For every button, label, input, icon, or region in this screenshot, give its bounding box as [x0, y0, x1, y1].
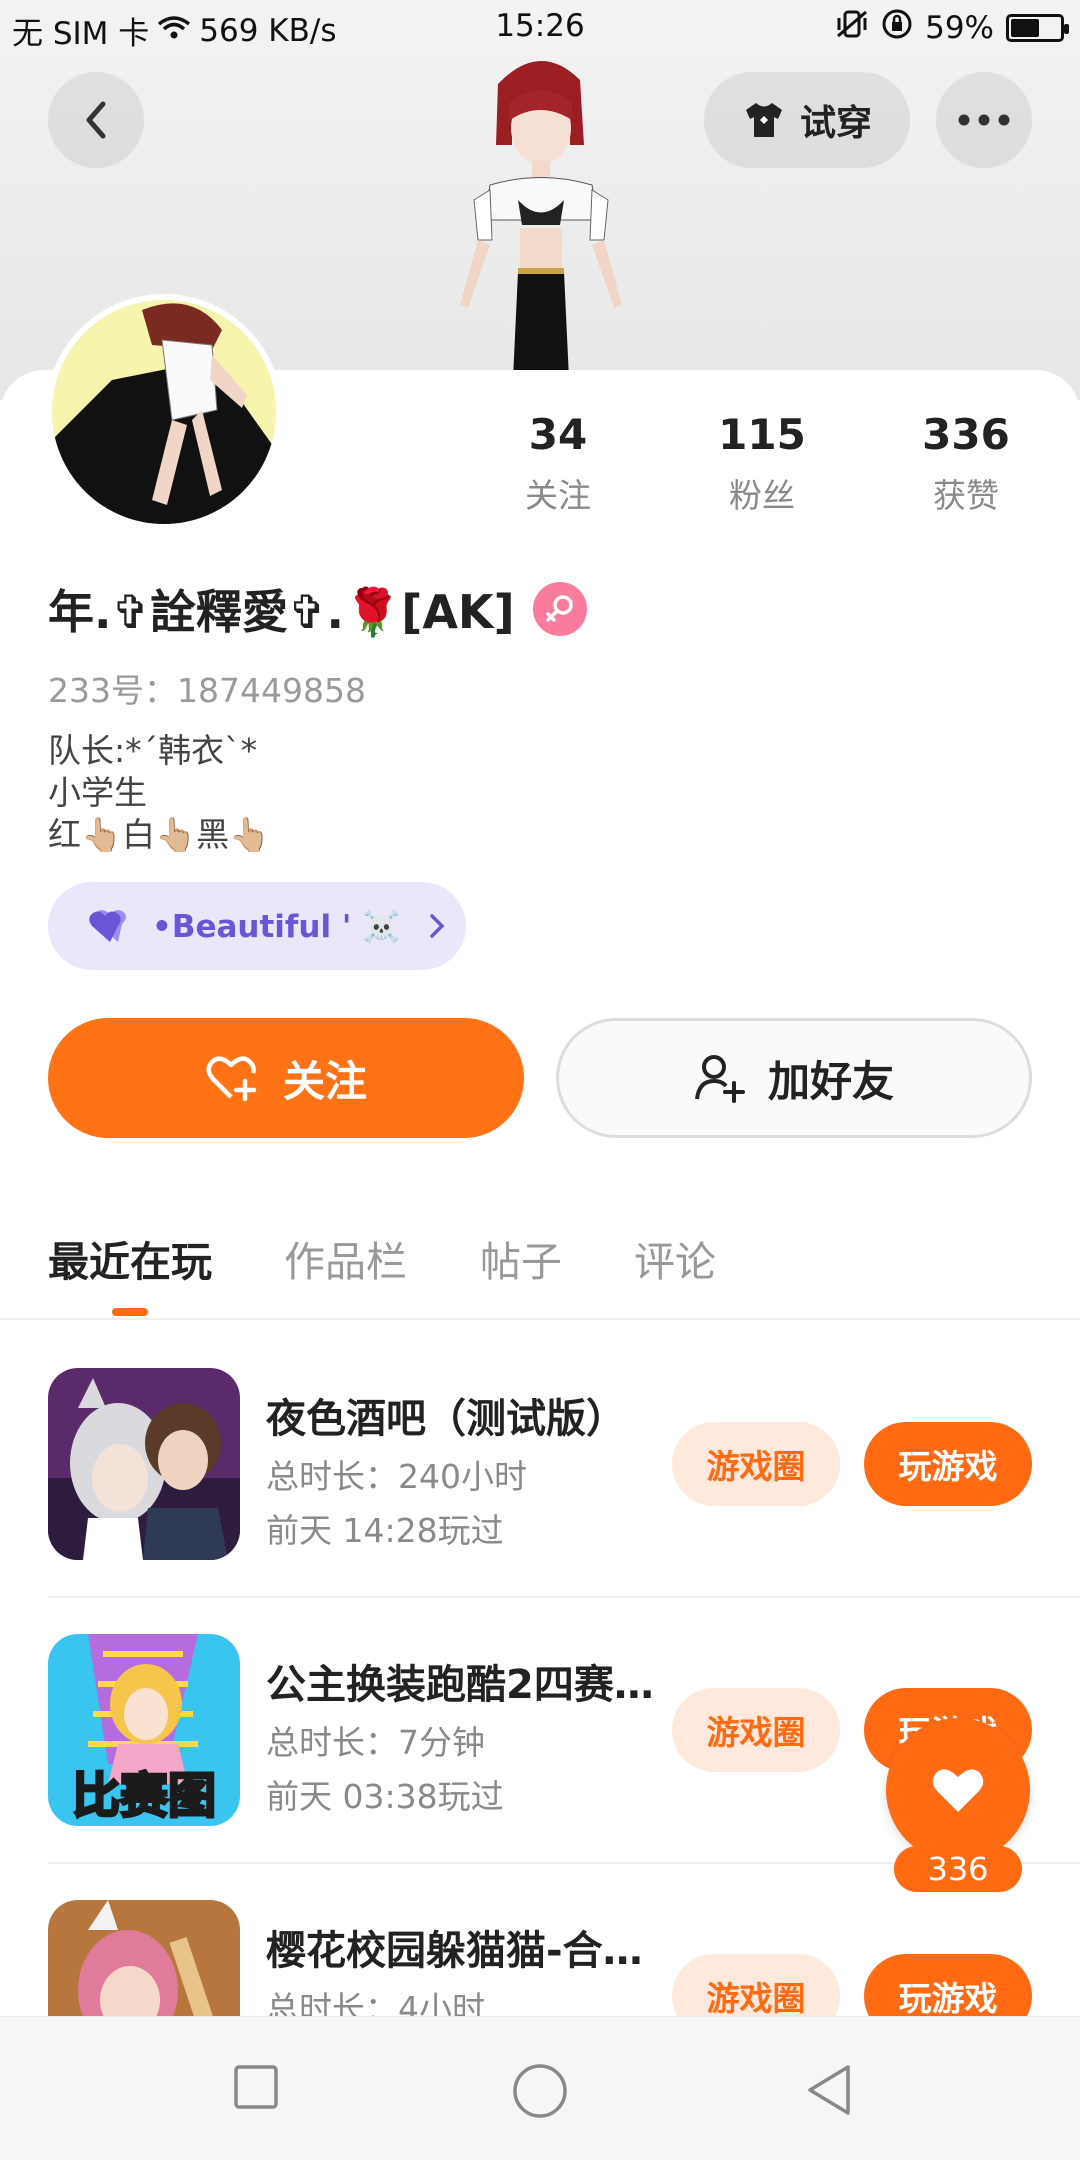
follow-label: 关注 — [282, 1056, 367, 1106]
stat-likes[interactable]: 336 获赞 — [866, 410, 1066, 517]
chevron-left-icon — [86, 101, 106, 139]
game-circle-button[interactable]: 游戏圈 — [672, 1954, 840, 2016]
status-bar: 无 SIM 卡 569 KB/s 15:26 59% — [0, 0, 1080, 56]
triangle-back-icon — [808, 2065, 850, 2115]
avatar-image — [52, 300, 276, 524]
heart-plus-icon — [206, 1056, 257, 1102]
game-last-played: 前天 03:38玩过 — [266, 1777, 504, 1816]
avatar[interactable] — [46, 294, 282, 530]
add-friend-button[interactable]: 加好友 — [556, 1018, 1032, 1138]
back-button[interactable] — [48, 72, 144, 168]
fans-label: 粉丝 — [729, 476, 795, 515]
rotation-lock-icon — [881, 8, 913, 48]
female-icon — [532, 582, 587, 636]
like-button[interactable] — [886, 1718, 1030, 1862]
battery-icon — [1006, 14, 1069, 42]
stat-fans[interactable]: 115 粉丝 — [662, 410, 862, 517]
game-title: 公主换装跑酷2四赛… — [266, 1662, 654, 1708]
home-button[interactable] — [512, 2063, 568, 2123]
bio-line: 小学生 — [48, 773, 147, 812]
follow-button[interactable]: 关注 — [48, 1018, 524, 1138]
likes-label: 获赞 — [933, 476, 999, 515]
tab-comments[interactable]: 评论 — [634, 1228, 716, 1288]
recent-apps-button[interactable] — [232, 2063, 280, 2115]
play-game-button[interactable]: 玩游戏 — [864, 1422, 1032, 1506]
game-duration: 总时长：7分钟 — [266, 1723, 485, 1762]
profile-tabs: 最近在玩 作品栏 帖子 评论 — [0, 1220, 1080, 1320]
game-title: 樱花校园躲猫猫-合… — [266, 1928, 643, 1974]
group-tag[interactable]: •Beautiful ' ☠️ — [48, 882, 466, 970]
fans-count: 115 — [718, 410, 806, 459]
game-circle-button[interactable]: 游戏圈 — [672, 1688, 840, 1772]
profile-name-row: 年.✞詮釋愛✞.🌹[AK] — [48, 576, 587, 642]
tab-works[interactable]: 作品栏 — [284, 1228, 407, 1288]
stat-following[interactable]: 34 关注 — [458, 410, 658, 517]
likes-count: 336 — [922, 410, 1010, 459]
character-figure — [460, 60, 622, 400]
more-icon — [958, 114, 1010, 126]
game-title: 夜色酒吧（测试版） — [266, 1396, 626, 1442]
following-label: 关注 — [525, 476, 591, 515]
system-nav-bar — [0, 2016, 1080, 2160]
game-icon[interactable] — [48, 1900, 240, 2016]
tabs-divider — [0, 1318, 1080, 1320]
vibrate-icon — [835, 9, 869, 47]
battery-percent: 59% — [925, 10, 994, 46]
try-on-label: 试穿 — [799, 103, 872, 144]
bio-line: 队长:*´韩衣`* — [48, 731, 258, 770]
following-count: 34 — [528, 410, 588, 459]
game-icon-text: 比赛图 — [72, 1768, 216, 1824]
game-icon[interactable] — [48, 1368, 240, 1560]
game-circle-button[interactable]: 游戏圈 — [672, 1422, 840, 1506]
tab-posts[interactable]: 帖子 — [480, 1228, 562, 1288]
game-duration: 总时长：240小时 — [266, 1457, 527, 1496]
double-heart-icon — [89, 910, 126, 942]
profile-name: 年.✞詮釋愛✞.🌹[AK] — [48, 585, 515, 639]
add-friend-label: 加好友 — [767, 1056, 894, 1106]
row-divider — [48, 1596, 1080, 1598]
square-icon — [234, 2065, 278, 2109]
chevron-right-icon — [430, 914, 445, 938]
add-user-icon — [694, 1055, 745, 1103]
tab-recently-played[interactable]: 最近在玩 — [48, 1228, 212, 1288]
back-nav-button[interactable] — [804, 2063, 854, 2121]
bio-line: 红👆🏼白👆🏼黑👆🏼 — [48, 815, 271, 854]
status-right: 59% — [835, 8, 1069, 48]
game-icon[interactable]: 比赛图 — [48, 1634, 240, 1826]
like-count: 336 — [894, 1846, 1022, 1892]
try-on-button[interactable]: 试穿 — [704, 72, 910, 168]
shirt-icon — [745, 103, 782, 137]
more-button[interactable] — [936, 72, 1032, 168]
game-row[interactable]: 夜色酒吧（测试版） 总时长：240小时 前天 14:28玩过 游戏圈 玩游戏 — [48, 1368, 1048, 1562]
bio: 队长:*´韩衣`* 小学生 红👆🏼白👆🏼黑👆🏼 — [48, 730, 270, 856]
active-tab-indicator — [112, 1308, 148, 1316]
group-tag-label: •Beautiful ' ☠️ — [152, 908, 401, 945]
heart-icon — [932, 1769, 984, 1812]
circle-icon — [513, 2064, 567, 2118]
user-id: 233号：187449858 — [48, 671, 366, 710]
game-duration: 总时长：4小时 — [266, 1989, 485, 2016]
game-row[interactable]: 樱花校园躲猫猫-合… 总时长：4小时 游戏圈 玩游戏 — [48, 1900, 1048, 2016]
game-last-played: 前天 14:28玩过 — [266, 1511, 504, 1550]
play-game-button[interactable]: 玩游戏 — [864, 1954, 1032, 2016]
